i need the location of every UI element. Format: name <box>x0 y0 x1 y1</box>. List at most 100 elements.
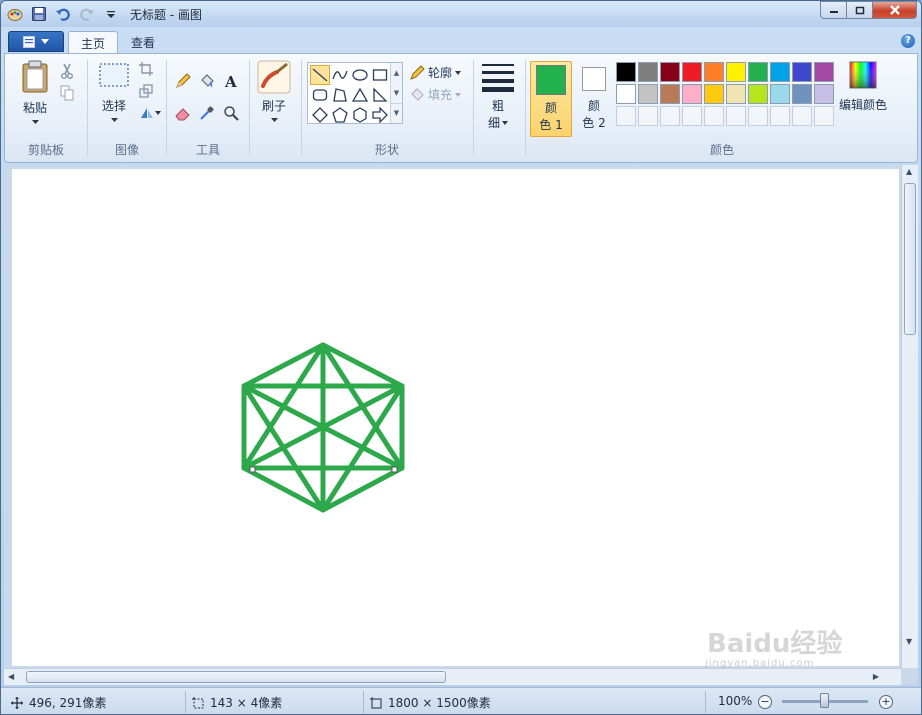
palette-color-swatch[interactable] <box>770 62 790 82</box>
palette-custom-slot[interactable] <box>682 106 702 126</box>
select-button[interactable]: 选择 <box>94 62 134 123</box>
diamond-shape-icon[interactable] <box>310 105 330 125</box>
palette-color-swatch[interactable] <box>660 84 680 104</box>
fill-dropdown[interactable]: 填充 <box>409 86 462 103</box>
scroll-right-icon[interactable]: ▶ <box>873 672 879 681</box>
palette-color-swatch[interactable] <box>638 84 658 104</box>
expand-gallery-icon[interactable]: ▼ <box>391 103 402 121</box>
palette-custom-slot[interactable] <box>814 106 834 126</box>
palette-color-swatch[interactable] <box>792 62 812 82</box>
horizontal-scroll-thumb[interactable] <box>26 671 446 683</box>
scroll-up-icon[interactable]: ▲ <box>391 63 402 83</box>
right-triangle-shape-icon[interactable] <box>370 85 390 105</box>
scroll-up-icon[interactable]: ▲ <box>906 167 912 176</box>
vertical-scroll-thumb[interactable] <box>904 183 916 335</box>
magnifier-icon[interactable] <box>221 104 241 122</box>
oval-shape-icon[interactable] <box>350 65 370 85</box>
brush-icon <box>257 60 291 94</box>
palette-custom-slot[interactable] <box>660 106 680 126</box>
palette-custom-slot[interactable] <box>726 106 746 126</box>
palette-color-swatch[interactable] <box>704 84 724 104</box>
vertical-scrollbar[interactable]: ▲ ▼ <box>901 165 918 668</box>
paint-app-icon[interactable] <box>5 4 25 24</box>
palette-color-swatch[interactable] <box>770 84 790 104</box>
edit-colors-button[interactable]: 编辑颜色 <box>839 60 887 113</box>
eraser-icon[interactable] <box>173 104 193 122</box>
save-icon[interactable] <box>29 4 49 24</box>
paint-menu-button[interactable] <box>8 31 64 52</box>
zoom-out-button[interactable]: − <box>758 695 772 709</box>
selection-handle[interactable] <box>391 466 398 473</box>
zoom-slider-thumb[interactable] <box>820 693 829 708</box>
hexagon-shape-icon[interactable] <box>350 105 370 125</box>
palette-color-swatch[interactable] <box>638 62 658 82</box>
text-icon[interactable]: A <box>221 72 241 90</box>
scroll-left-icon[interactable]: ◀ <box>8 672 14 681</box>
curve-shape-icon[interactable] <box>330 65 350 85</box>
shapes-scroll[interactable]: ▲ ▼ ▼ <box>390 63 402 123</box>
horizontal-scrollbar[interactable]: ◀ ▶ <box>4 668 901 685</box>
rounded-rectangle-shape-icon[interactable] <box>310 85 330 105</box>
palette-color-swatch[interactable] <box>660 62 680 82</box>
scroll-down-icon[interactable]: ▼ <box>391 83 402 103</box>
size-button[interactable]: 粗 细 <box>479 62 517 131</box>
rectangle-shape-icon[interactable] <box>370 65 390 85</box>
palette-color-swatch[interactable] <box>682 62 702 82</box>
minimize-button[interactable] <box>820 1 847 19</box>
palette-color-swatch[interactable] <box>704 62 724 82</box>
triangle-shape-icon[interactable] <box>350 85 370 105</box>
outline-dropdown[interactable]: 轮廓 <box>409 64 462 81</box>
close-button[interactable] <box>873 1 917 19</box>
group-divider <box>249 60 250 156</box>
zoom-in-button[interactable]: + <box>879 695 893 709</box>
arrow-shape-icon[interactable] <box>370 105 390 125</box>
undo-icon[interactable] <box>53 4 73 24</box>
brushes-button[interactable]: 刷子 <box>254 60 294 123</box>
palette-custom-slot[interactable] <box>616 106 636 126</box>
pentagon-shape-icon[interactable] <box>330 105 350 125</box>
tab-home[interactable]: 主页 <box>68 31 119 53</box>
line-shape-icon[interactable] <box>310 65 330 85</box>
color2-button[interactable]: 颜 色 2 <box>577 64 611 136</box>
palette-color-swatch[interactable] <box>616 84 636 104</box>
palette-color-swatch[interactable] <box>814 84 834 104</box>
customize-qat-icon[interactable] <box>101 4 121 24</box>
color-spectrum-icon <box>849 61 877 89</box>
palette-color-swatch[interactable] <box>726 62 746 82</box>
copy-icon[interactable] <box>57 84 77 102</box>
drawing-canvas[interactable] <box>12 169 899 666</box>
help-icon[interactable]: ? <box>901 34 915 48</box>
cut-icon[interactable] <box>57 62 77 80</box>
crop-icon[interactable] <box>136 60 156 78</box>
palette-color-swatch[interactable] <box>682 84 702 104</box>
palette-color-swatch[interactable] <box>792 84 812 104</box>
pencil-icon[interactable] <box>173 72 193 90</box>
rotate-button[interactable] <box>136 104 164 122</box>
brushes-label: 刷子 <box>261 99 286 113</box>
palette-color-swatch[interactable] <box>814 62 834 82</box>
title-bar: 无标题 - 画图 <box>1 1 921 27</box>
paste-button[interactable]: 粘贴 <box>17 60 53 125</box>
palette-custom-slot[interactable] <box>704 106 724 126</box>
fill-bucket-icon[interactable] <box>197 72 217 90</box>
resize-icon[interactable] <box>136 82 156 100</box>
palette-custom-slot[interactable] <box>792 106 812 126</box>
chevron-down-icon <box>455 70 462 75</box>
redo-icon[interactable] <box>77 4 97 24</box>
palette-color-swatch[interactable] <box>616 62 636 82</box>
color-picker-icon[interactable] <box>197 104 217 122</box>
palette-color-swatch[interactable] <box>726 84 746 104</box>
palette-custom-slot[interactable] <box>770 106 790 126</box>
color1-button[interactable]: 颜 色 1 <box>530 61 572 137</box>
palette-custom-slot[interactable] <box>748 106 768 126</box>
polygon-shape-icon[interactable] <box>330 85 350 105</box>
palette-custom-slot[interactable] <box>638 106 658 126</box>
selection-handle[interactable] <box>249 466 256 473</box>
maximize-button[interactable] <box>847 1 873 19</box>
palette-color-swatch[interactable] <box>748 62 768 82</box>
scroll-down-icon[interactable]: ▼ <box>906 637 912 646</box>
close-icon <box>889 5 900 15</box>
palette-color-swatch[interactable] <box>748 84 768 104</box>
tab-view[interactable]: 查看 <box>119 31 167 53</box>
edit-colors-label: 编辑颜色 <box>839 98 888 112</box>
